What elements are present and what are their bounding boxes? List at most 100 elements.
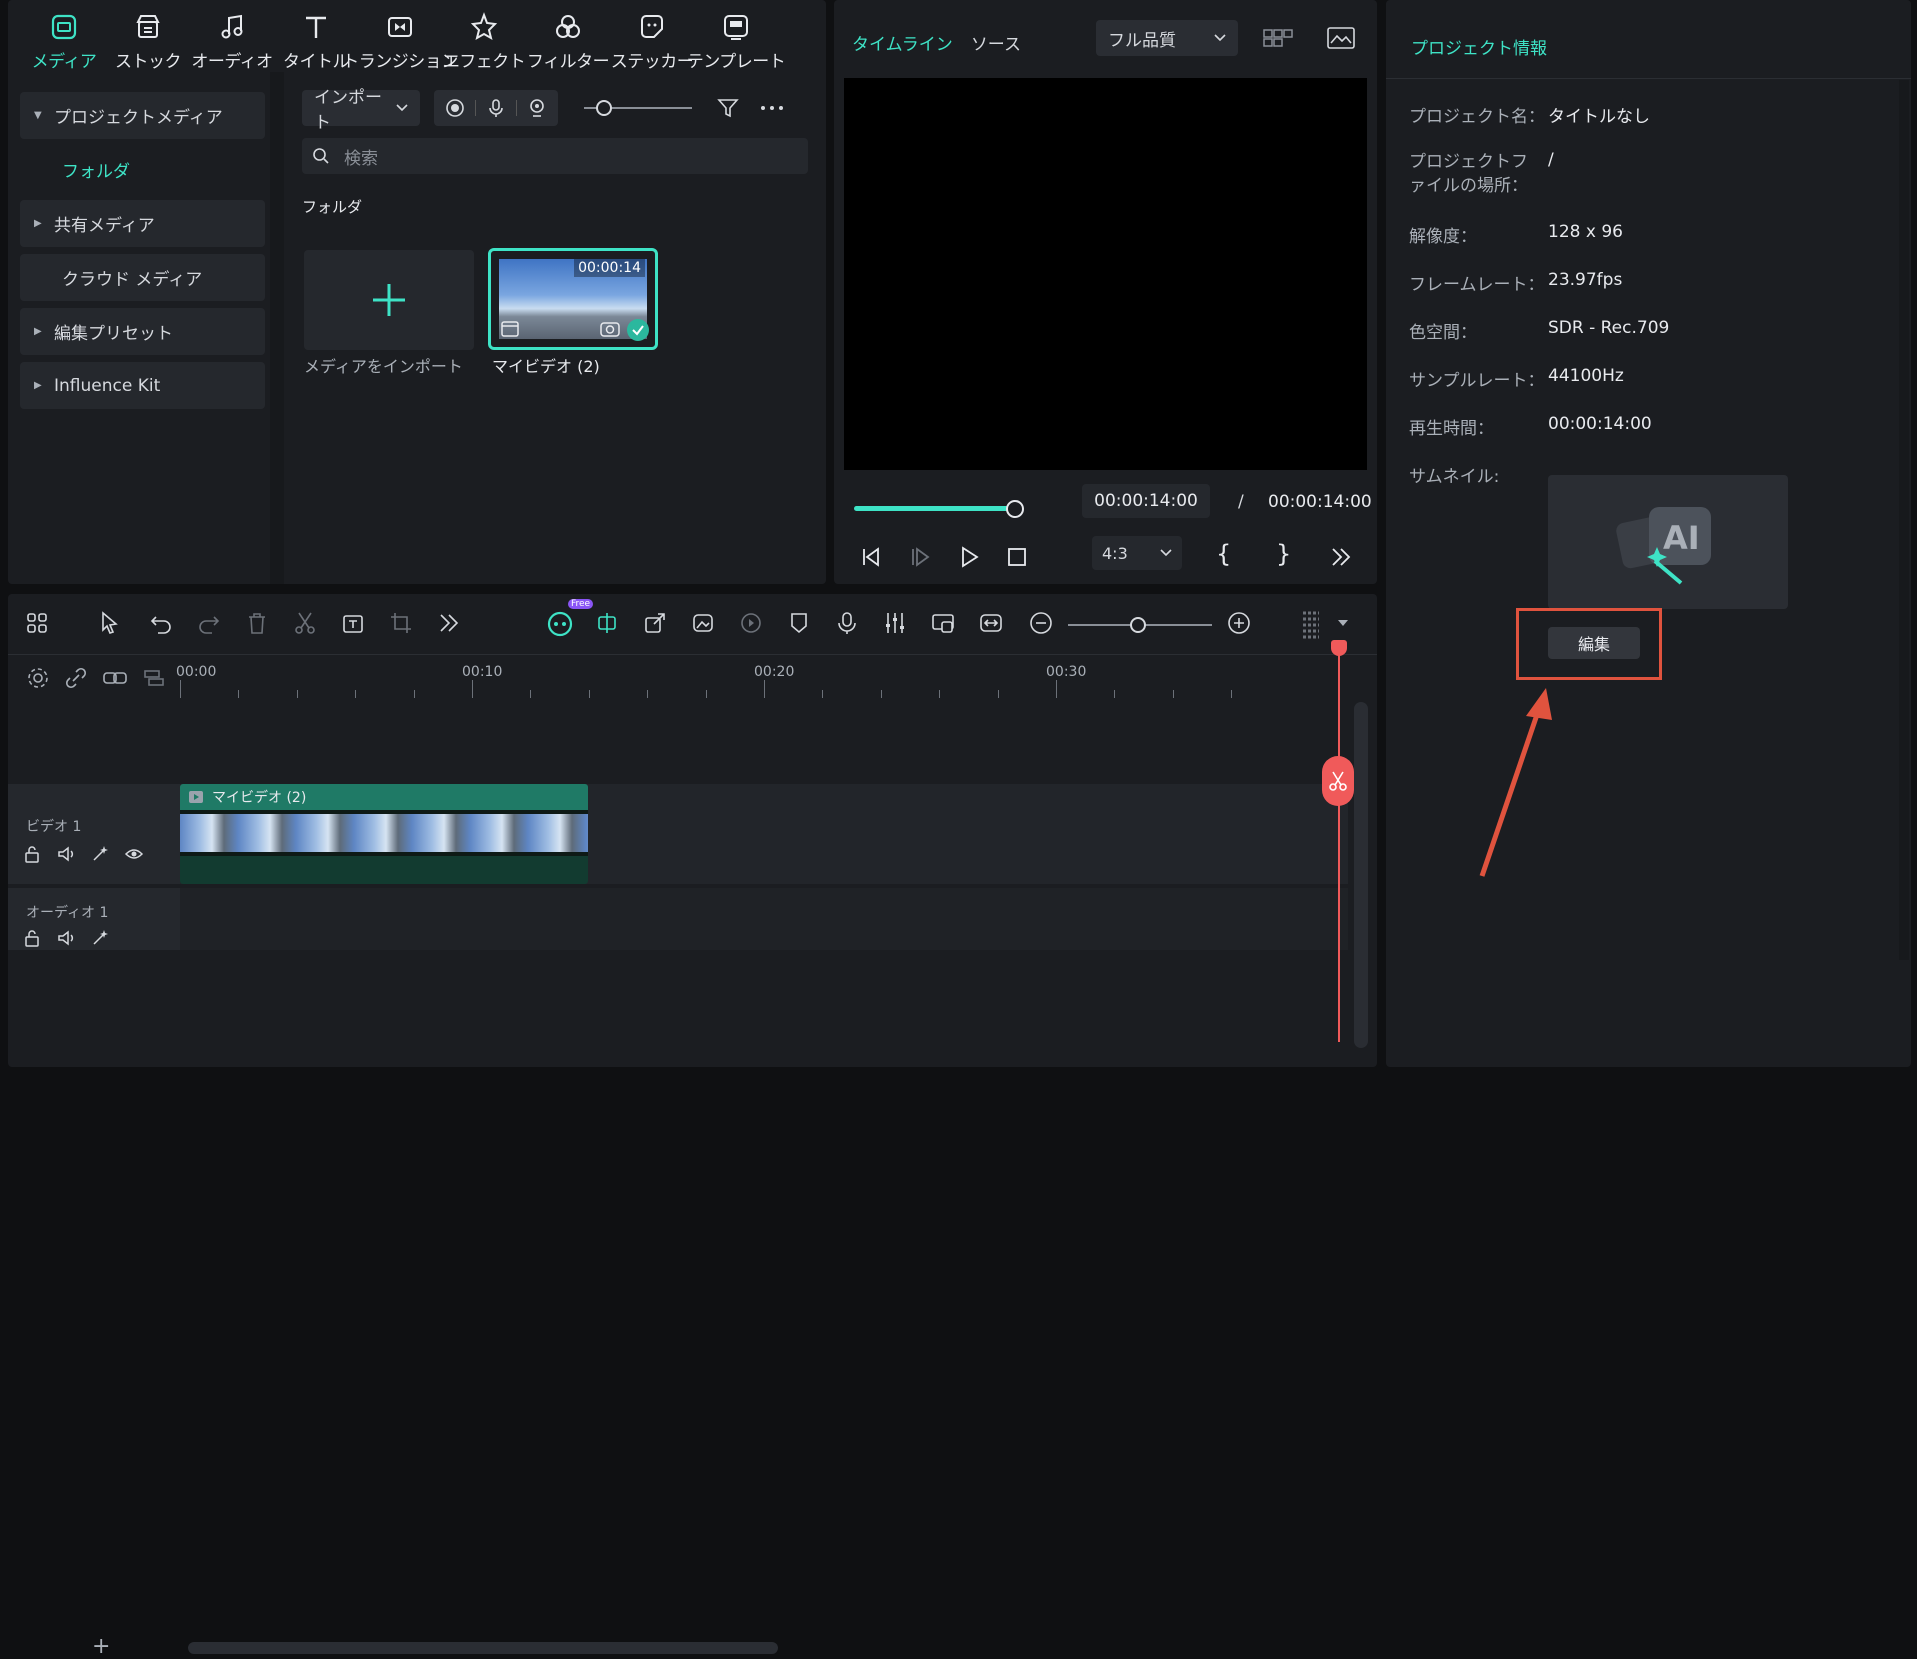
timeline-zoom-slider[interactable]: [1068, 617, 1212, 633]
ruler-tick: [296, 690, 298, 698]
sidebar-item-edit-presets[interactable]: ▶ 編集プリセット: [20, 308, 265, 355]
media-clip-thumbnail[interactable]: 00:00:14: [488, 248, 658, 350]
caret-right-icon: ▶: [34, 326, 42, 337]
playhead-marker[interactable]: [1331, 640, 1347, 656]
slider-knob[interactable]: [596, 100, 612, 116]
tab-stock[interactable]: ストック: [106, 0, 190, 72]
link-icon[interactable]: [102, 666, 128, 690]
progress-knob[interactable]: [1006, 500, 1024, 518]
previous-frame-icon[interactable]: [858, 544, 884, 570]
undo-icon[interactable]: [148, 610, 174, 636]
magic-wand-icon[interactable]: [90, 844, 110, 864]
marker-icon[interactable]: [786, 610, 812, 636]
sidebar-item-cloud-media[interactable]: クラウド メディア: [20, 254, 265, 301]
track-layout-icon[interactable]: [1298, 610, 1324, 640]
tab-filter[interactable]: フィルター: [526, 0, 610, 72]
tab-sticker[interactable]: ステッカー: [610, 0, 694, 72]
info-scrollbar[interactable]: [1899, 80, 1909, 960]
playhead-scissors-handle[interactable]: [1322, 756, 1354, 806]
sidebar-item-folder[interactable]: フォルダ: [20, 146, 265, 193]
zoom-in-icon[interactable]: [1226, 610, 1252, 636]
redo-icon[interactable]: [196, 610, 222, 636]
ruler-label: 00:20: [754, 664, 795, 680]
lock-icon[interactable]: [22, 928, 42, 948]
info-value-duration: 00:00:14:00: [1548, 414, 1652, 434]
tab-audio[interactable]: オーディオ: [190, 0, 274, 72]
calendar-icon: [499, 317, 521, 339]
ai-robot-icon[interactable]: [546, 610, 574, 638]
layout-grid-icon[interactable]: [24, 610, 50, 636]
unlink-icon[interactable]: [64, 666, 88, 690]
sidebar-item-shared-media[interactable]: ▶ 共有メディア: [20, 200, 265, 247]
folder-heading: フォルダ: [302, 198, 363, 216]
sidebar-item-project-media[interactable]: ▼ プロジェクトメディア: [20, 92, 265, 139]
mark-in-button[interactable]: {: [1216, 540, 1231, 568]
svg-text:AI: AI: [1663, 519, 1700, 557]
import-dropdown[interactable]: インポート: [302, 88, 420, 133]
eye-icon[interactable]: [124, 844, 144, 864]
speaker-icon[interactable]: [56, 928, 76, 948]
playback-progress[interactable]: [854, 500, 1024, 518]
media-clip-label: マイビデオ (2): [492, 357, 600, 376]
crop-icon[interactable]: [388, 610, 414, 636]
speaker-icon[interactable]: [56, 844, 76, 864]
tab-template[interactable]: テンプレート: [687, 0, 786, 72]
add-track-button[interactable]: +: [92, 1634, 110, 1659]
microphone-icon[interactable]: [486, 98, 506, 118]
text-template-icon[interactable]: [340, 610, 366, 636]
audio-mixer-icon[interactable]: [882, 610, 908, 636]
tab-effect[interactable]: エフェクト: [442, 0, 526, 72]
current-time[interactable]: 00:00:14:00: [1082, 484, 1210, 518]
more-controls-icon[interactable]: [1328, 544, 1354, 570]
stop-icon[interactable]: [1004, 544, 1030, 570]
snapshot-image-icon[interactable]: [1326, 26, 1356, 50]
webcam-icon[interactable]: [527, 98, 547, 118]
tab-transition[interactable]: トランジション: [342, 0, 458, 72]
scissors-icon[interactable]: [292, 610, 318, 636]
grid-layout-icon[interactable]: [1262, 26, 1294, 50]
timeline-vertical-scrollbar[interactable]: [1354, 702, 1368, 1048]
picture-in-picture-icon[interactable]: [930, 610, 956, 636]
slider-knob[interactable]: [1130, 617, 1146, 633]
track-collapse-icon[interactable]: [142, 666, 166, 690]
play-icon[interactable]: [956, 544, 982, 570]
more-options-icon[interactable]: [760, 104, 784, 112]
video-preview[interactable]: [844, 78, 1367, 470]
mark-out-button[interactable]: }: [1276, 540, 1291, 568]
timeline-horizontal-scrollbar[interactable]: [188, 1642, 778, 1654]
tab-source[interactable]: ソース: [971, 30, 1021, 55]
filter-funnel-icon[interactable]: [716, 96, 740, 120]
aspect-ratio-label: 4:3: [1102, 543, 1128, 563]
zoom-out-icon[interactable]: [1028, 610, 1054, 636]
settings-gear-icon[interactable]: [26, 666, 50, 690]
ruler-tick: [530, 690, 532, 698]
media-search-field[interactable]: 検索: [302, 138, 808, 174]
delete-icon[interactable]: [244, 610, 270, 636]
ruler-tick: [764, 680, 765, 698]
timeline-ruler[interactable]: 00:00 00:10 00:20 00:30: [176, 654, 1350, 704]
thumbnail-size-slider[interactable]: [584, 98, 692, 118]
ruler-tick: [997, 690, 999, 698]
snap-icon[interactable]: [594, 610, 620, 636]
next-frame-icon[interactable]: [908, 544, 934, 570]
image-edit-icon[interactable]: [690, 610, 716, 636]
more-tools-icon[interactable]: [436, 610, 462, 636]
caret-down-icon[interactable]: [1338, 620, 1348, 626]
audio-track-1[interactable]: [8, 888, 1348, 950]
tab-timeline[interactable]: タイムライン: [852, 30, 953, 55]
record-screen-icon[interactable]: [445, 98, 465, 118]
sidebar-scrollbar[interactable]: [270, 72, 284, 584]
select-cursor-icon[interactable]: [98, 610, 124, 636]
speed-icon[interactable]: [738, 610, 764, 636]
timeline-video-clip[interactable]: マイビデオ (2): [180, 784, 588, 884]
aspect-ratio-dropdown[interactable]: 4:3: [1092, 536, 1182, 570]
fit-width-icon[interactable]: [978, 610, 1004, 636]
magic-wand-icon[interactable]: [90, 928, 110, 948]
tab-media[interactable]: メディア: [22, 0, 106, 72]
export-clip-icon[interactable]: [642, 610, 668, 636]
quality-dropdown[interactable]: フル品質: [1096, 20, 1238, 56]
sidebar-item-influence-kit[interactable]: ▶ Influence Kit: [20, 362, 265, 409]
voiceover-mic-icon[interactable]: [834, 610, 860, 636]
import-media-tile[interactable]: [304, 250, 474, 350]
lock-icon[interactable]: [22, 844, 42, 864]
